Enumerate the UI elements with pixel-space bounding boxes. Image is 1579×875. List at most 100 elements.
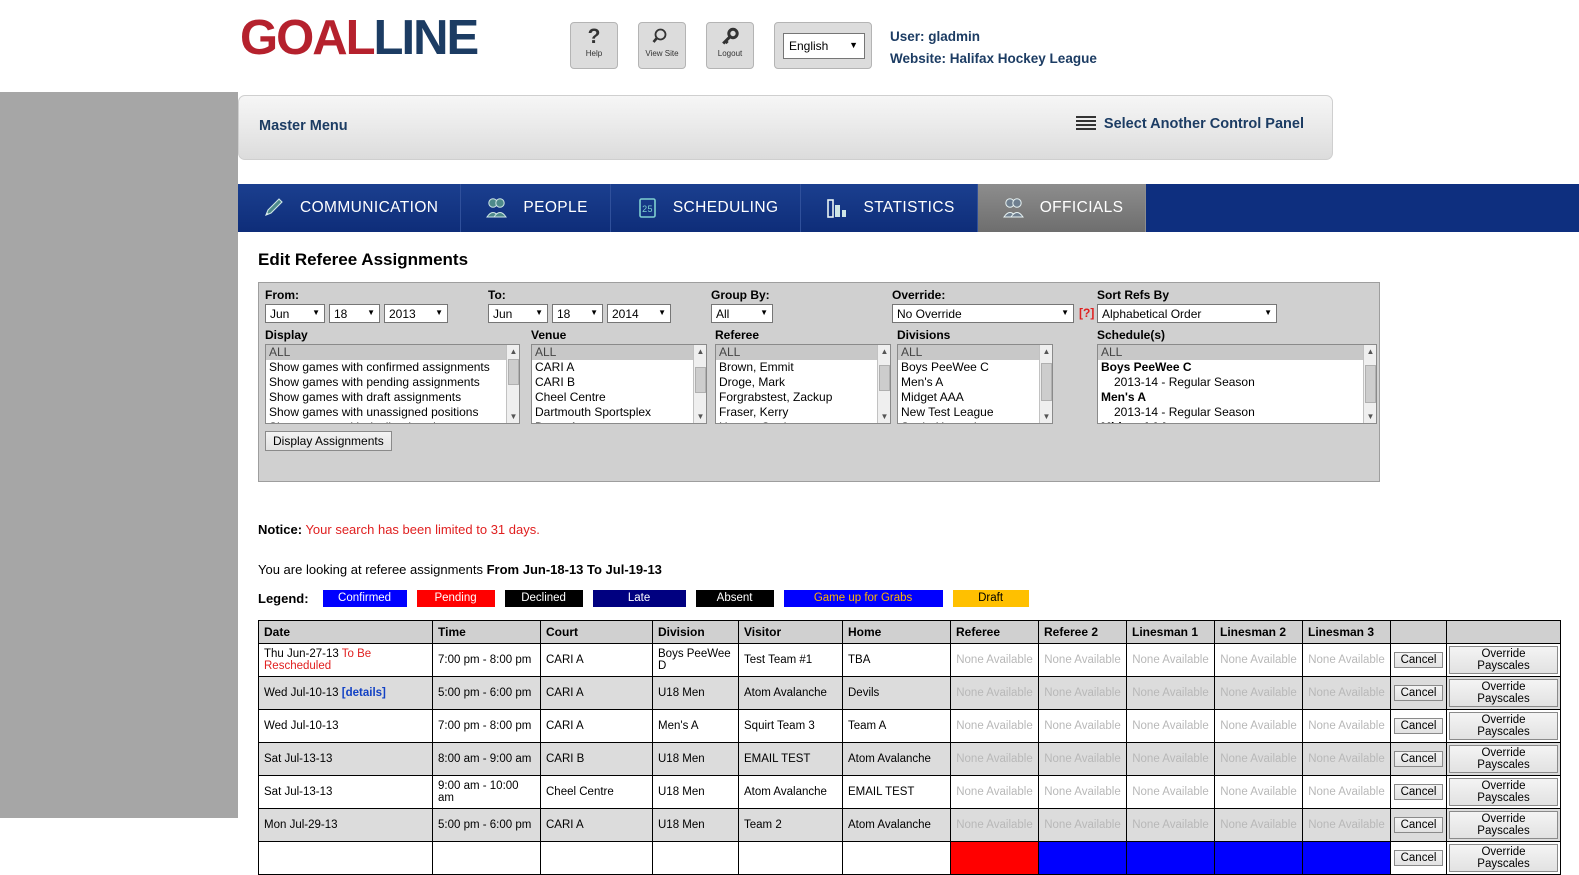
tab-scheduling[interactable]: 25 SCHEDULING bbox=[610, 184, 802, 232]
cell-override: Override Payscales bbox=[1446, 742, 1561, 776]
display-scrollbar[interactable]: ▲ ▼ bbox=[506, 345, 519, 423]
venue-option[interactable]: Cheel Centre bbox=[532, 390, 706, 405]
tab-people[interactable]: PEOPLE bbox=[461, 184, 611, 232]
venue-option[interactable]: CARI A bbox=[532, 360, 706, 375]
schedules-listbox[interactable]: ALL Boys PeeWee C 2013-14 - Regular Season… bbox=[1097, 344, 1377, 424]
venue-option[interactable]: CARI B bbox=[532, 375, 706, 390]
help-button-label: Help bbox=[585, 49, 603, 58]
select-another-control-panel-button[interactable]: Select Another Control Panel bbox=[1075, 116, 1304, 132]
sort-refs-select[interactable]: Alphabetical Order ▼ bbox=[1097, 304, 1277, 323]
scroll-down-icon[interactable]: ▼ bbox=[507, 410, 519, 423]
schedules-option[interactable]: Midget AAA bbox=[1098, 420, 1376, 423]
table-column-header: Time bbox=[432, 620, 541, 644]
to-year-select[interactable]: 2014 ▼ bbox=[607, 304, 671, 323]
cell-linesman-3: None Available bbox=[1302, 742, 1391, 776]
website-name: Website: Halifax Hockey League bbox=[890, 51, 1097, 66]
cell-official bbox=[1214, 841, 1303, 875]
display-option[interactable]: Show games with unassigned positions bbox=[266, 405, 519, 420]
cancel-button[interactable]: Cancel bbox=[1393, 751, 1444, 767]
override-payscales-button[interactable]: Override Payscales bbox=[1449, 844, 1558, 872]
cell-home: EMAIL TEST bbox=[842, 775, 951, 809]
cancel-button[interactable]: Cancel bbox=[1393, 850, 1444, 866]
cell-linesman-2: None Available bbox=[1214, 709, 1303, 743]
from-year-select[interactable]: 2013 ▼ bbox=[384, 304, 448, 323]
display-option[interactable]: Show games with draft assignments bbox=[266, 390, 519, 405]
table-column-header bbox=[1446, 620, 1561, 644]
venue-option[interactable]: ALL bbox=[532, 345, 706, 360]
details-link[interactable]: [details] bbox=[342, 687, 386, 699]
divisions-option[interactable]: Midget AAA bbox=[898, 390, 1052, 405]
referee-option[interactable]: ALL bbox=[716, 345, 890, 360]
divisions-listbox[interactable]: ALL Boys PeeWee C Men's A Midget AAA New Tes… bbox=[897, 344, 1053, 424]
venue-option[interactable]: Dover Arena bbox=[532, 420, 706, 423]
from-day-select[interactable]: 18 ▼ bbox=[329, 304, 380, 323]
schedules-option[interactable]: 2013-14 - Regular Season bbox=[1098, 375, 1376, 390]
cancel-button[interactable]: Cancel bbox=[1393, 784, 1444, 800]
cancel-button[interactable]: Cancel bbox=[1393, 718, 1444, 734]
schedules-scrollbar[interactable]: ▲ ▼ bbox=[1363, 345, 1376, 423]
override-payscales-button[interactable]: Override Payscales bbox=[1449, 646, 1558, 674]
override-payscales-button[interactable]: Override Payscales bbox=[1449, 745, 1558, 773]
override-payscales-button[interactable]: Override Payscales bbox=[1449, 811, 1558, 839]
cancel-button[interactable]: Cancel bbox=[1393, 652, 1444, 668]
divisions-option[interactable]: Men's A bbox=[898, 375, 1052, 390]
referee-listbox[interactable]: ALL Brown, Emmit Droge, Mark Forgrabstest, … bbox=[715, 344, 891, 424]
to-month-select[interactable]: Jun ▼ bbox=[488, 304, 548, 323]
override-help-link[interactable]: [?] bbox=[1079, 306, 1094, 320]
divisions-option[interactable]: ALL bbox=[898, 345, 1052, 360]
scroll-down-icon[interactable]: ▼ bbox=[1040, 410, 1052, 423]
scroll-up-icon[interactable]: ▲ bbox=[1040, 345, 1052, 358]
display-assignments-button[interactable]: Display Assignments bbox=[265, 431, 392, 451]
scroll-down-icon[interactable]: ▼ bbox=[694, 410, 706, 423]
to-day-select[interactable]: 18 ▼ bbox=[552, 304, 603, 323]
divisions-option[interactable]: New Test League bbox=[898, 405, 1052, 420]
schedules-option[interactable]: ALL bbox=[1098, 345, 1376, 360]
referee-option[interactable]: Fraser, Kerry bbox=[716, 405, 890, 420]
scroll-up-icon[interactable]: ▲ bbox=[507, 345, 519, 358]
scroll-down-icon[interactable]: ▼ bbox=[878, 410, 890, 423]
divisions-option[interactable]: Squirt House League bbox=[898, 420, 1052, 423]
scroll-down-icon[interactable]: ▼ bbox=[1364, 410, 1376, 423]
venue-option[interactable]: Dartmouth Sportsplex bbox=[532, 405, 706, 420]
override-payscales-button[interactable]: Override Payscales bbox=[1449, 778, 1558, 806]
venue-scrollbar[interactable]: ▲ ▼ bbox=[693, 345, 706, 423]
cancel-button[interactable]: Cancel bbox=[1393, 817, 1444, 833]
override-payscales-button[interactable]: Override Payscales bbox=[1449, 712, 1558, 740]
logout-button[interactable]: Logout bbox=[706, 22, 754, 69]
override-value: No Override bbox=[897, 307, 962, 321]
referee-option[interactable]: Forgrabstest, Zackup bbox=[716, 390, 890, 405]
referee-option[interactable]: Droge, Mark bbox=[716, 375, 890, 390]
override-payscales-button[interactable]: Override Payscales bbox=[1449, 679, 1558, 707]
display-option[interactable]: Show games with pending assignments bbox=[266, 375, 519, 390]
cell-referee-2: None Available bbox=[1038, 676, 1127, 710]
divisions-option[interactable]: Boys PeeWee C bbox=[898, 360, 1052, 375]
scroll-up-icon[interactable]: ▲ bbox=[1364, 345, 1376, 358]
language-select[interactable]: English ▼ bbox=[783, 33, 865, 59]
divisions-scrollbar[interactable]: ▲ ▼ bbox=[1039, 345, 1052, 423]
referee-option[interactable]: Hunter, Curtis bbox=[716, 420, 890, 423]
group-by-select[interactable]: All ▼ bbox=[711, 304, 773, 323]
scroll-up-icon[interactable]: ▲ bbox=[694, 345, 706, 358]
override-select[interactable]: No Override ▼ bbox=[892, 304, 1074, 323]
display-option[interactable]: ALL bbox=[266, 345, 519, 360]
cancel-button[interactable]: Cancel bbox=[1393, 685, 1444, 701]
referee-option[interactable]: Brown, Emmit bbox=[716, 360, 890, 375]
schedules-option[interactable]: Boys PeeWee C bbox=[1098, 360, 1376, 375]
venue-listbox[interactable]: ALL CARI A CARI B Cheel Centre Dartmouth Spo… bbox=[531, 344, 707, 424]
schedules-option[interactable]: Men's A bbox=[1098, 390, 1376, 405]
tab-statistics[interactable]: STATISTICS bbox=[801, 184, 978, 232]
display-option[interactable]: Show games with confirmed assignments bbox=[266, 360, 519, 375]
tab-officials[interactable]: OFFICIALS bbox=[977, 184, 1147, 232]
view-site-button[interactable]: View Site bbox=[638, 22, 686, 69]
cell-visitor: Atom Avalanche bbox=[738, 775, 843, 809]
from-month-select[interactable]: Jun ▼ bbox=[265, 304, 325, 323]
display-listbox[interactable]: ALL Show games with confirmed assignments… bbox=[265, 344, 520, 424]
tab-communication[interactable]: COMMUNICATION bbox=[238, 184, 462, 232]
display-option[interactable]: Show games with declined assignments bbox=[266, 420, 519, 423]
scroll-up-icon[interactable]: ▲ bbox=[878, 345, 890, 358]
help-button[interactable]: ? Help bbox=[570, 22, 618, 69]
referee-scrollbar[interactable]: ▲ ▼ bbox=[877, 345, 890, 423]
table-column-header: Division bbox=[652, 620, 739, 644]
schedules-option[interactable]: 2013-14 - Regular Season bbox=[1098, 405, 1376, 420]
cell-division: Men's A bbox=[652, 709, 739, 743]
